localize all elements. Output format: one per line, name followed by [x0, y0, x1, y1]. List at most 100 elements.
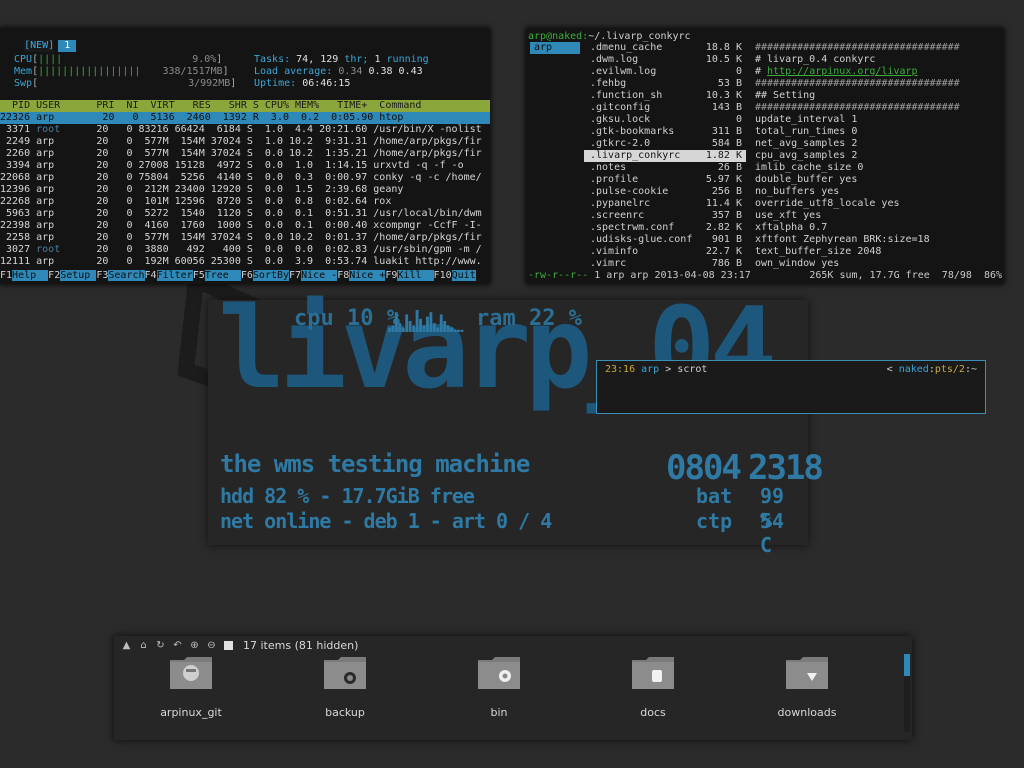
- zoom-in-icon[interactable]: ⊕: [188, 639, 201, 652]
- home-icon[interactable]: ⌂: [137, 639, 150, 652]
- rox-filer-window[interactable]: ▲ ⌂ ↻ ↶ ⊕ ⊖ 17 items (81 hidden) arpinux…: [114, 636, 912, 740]
- fkey-f10[interactable]: F10: [433, 270, 452, 281]
- scrollbar-thumb[interactable]: [904, 654, 910, 676]
- bin-folder-icon[interactable]: [477, 656, 521, 690]
- ranger-file-entry[interactable]: .evilwm.log 0: [584, 66, 746, 78]
- file-name: .vimrc: [590, 258, 627, 269]
- ranger-file-entry[interactable]: .viminfo 22.7 K: [584, 246, 746, 258]
- fkey-f8[interactable]: F8: [337, 270, 350, 281]
- docs-folder-icon[interactable]: [631, 656, 675, 690]
- fm-folder-item[interactable]: downloads: [762, 656, 852, 719]
- fm-folder-item[interactable]: arpinux_git: [146, 656, 236, 719]
- conky-time: 2318: [748, 448, 824, 488]
- fkey-f1[interactable]: F1: [0, 270, 13, 281]
- ranger-file-entry[interactable]: .spectrwm.conf 2.82 K: [584, 222, 746, 234]
- fm-folder-item[interactable]: docs: [608, 656, 698, 719]
- fkey-f4[interactable]: F4: [144, 270, 157, 281]
- fm-item-label[interactable]: bin: [454, 706, 544, 719]
- fkey-f2[interactable]: F2: [48, 270, 61, 281]
- ranger-file-entry[interactable]: .notes 26 B: [584, 162, 746, 174]
- fm-scrollbar[interactable]: [904, 654, 910, 732]
- file-name: .function_sh: [590, 90, 663, 101]
- fkey-label[interactable]: Filter: [156, 270, 193, 281]
- preview-link[interactable]: http://arpinux.org/livarp: [767, 66, 918, 77]
- zoom-out-icon[interactable]: ⊖: [205, 639, 218, 652]
- process-row[interactable]: 22268 arp 20 0 101M 12596 8720 S 0.0 0.8…: [0, 196, 482, 208]
- preview-line: use_xft yes: [755, 210, 822, 221]
- fkey-label[interactable]: Quit: [451, 270, 476, 281]
- fkey-label[interactable]: Help: [12, 270, 49, 281]
- fm-folder-item[interactable]: bin: [454, 656, 544, 719]
- ranger-file-entry[interactable]: .pulse-cookie 256 B: [584, 186, 746, 198]
- file-size: 311 B: [711, 126, 742, 137]
- file-name: .fehbg: [590, 78, 627, 89]
- fkey-f5[interactable]: F5: [192, 270, 205, 281]
- fkey-f3[interactable]: F3: [96, 270, 109, 281]
- process-row[interactable]: 2260 arp 20 0 577M 154M 37024 S 0.0 10.2…: [0, 148, 482, 160]
- ranger-file-entry[interactable]: .gtkrc-2.0 584 B: [584, 138, 746, 150]
- process-row[interactable]: 22068 arp 20 0 75804 5256 4140 S 0.0 0.3…: [0, 172, 482, 184]
- process-pid: 3371: [0, 124, 31, 135]
- fkey-label[interactable]: SortBy: [252, 270, 290, 281]
- ranger-file-entry[interactable]: .vimrc 786 B: [584, 258, 746, 270]
- item-count: 17 items (81 hidden): [243, 638, 359, 652]
- fkey-label[interactable]: Search: [108, 270, 145, 281]
- process-row[interactable]: 5963 arp 20 0 5272 1540 1120 S 0.0 0.1 0…: [0, 208, 482, 220]
- process-row[interactable]: 2249 arp 20 0 577M 154M 37024 S 1.0 10.2…: [0, 136, 482, 148]
- tag-label[interactable]: [NEW]: [24, 40, 55, 52]
- ranger-file-entry[interactable]: .udisks-glue.conf 901 B: [584, 234, 746, 246]
- ranger-file-entry[interactable]: .pypanelrc 11.4 K: [584, 198, 746, 210]
- htop-terminal-window[interactable]: [NEW] 1 CPU[|||| 9.0%] Mem[|||||||||||||||…: [0, 28, 490, 284]
- fkey-label[interactable]: Setup: [60, 270, 97, 281]
- fkey-f9[interactable]: F9: [385, 270, 398, 281]
- checkbox-icon[interactable]: [222, 639, 235, 652]
- ranger-file-entry[interactable]: .gksu.lock 0: [584, 114, 746, 126]
- fkey-f7[interactable]: F7: [289, 270, 302, 281]
- ranger-file-entry[interactable]: .screenrc 357 B: [584, 210, 746, 222]
- fm-item-label[interactable]: downloads: [762, 706, 852, 719]
- fkey-label[interactable]: Kill: [397, 270, 434, 281]
- arpinux-git-folder-icon[interactable]: [169, 656, 213, 690]
- fm-item-label[interactable]: arpinux_git: [146, 706, 236, 719]
- fkey-label[interactable]: Tree: [204, 270, 241, 281]
- back-icon[interactable]: ↶: [171, 639, 184, 652]
- process-table-header[interactable]: PID USER PRI NI VIRT RES SHR S CPU% MEM%…: [0, 100, 490, 112]
- refresh-icon[interactable]: ↻: [154, 639, 167, 652]
- fkey-label[interactable]: Nice -: [301, 270, 338, 281]
- ranger-file-entry[interactable]: .dwm.log 10.5 K: [584, 54, 746, 66]
- process-row[interactable]: 2258 arp 20 0 577M 154M 37024 S 0.0 10.2…: [0, 232, 482, 244]
- process-row-selected[interactable]: 22326 arp 20 0 5136 2460 1392 R 3.0 0.2 …: [0, 112, 490, 124]
- ranger-parent-item[interactable]: arp: [530, 42, 580, 54]
- fkey-label[interactable]: Nice +: [349, 270, 386, 281]
- tag-number[interactable]: 1: [58, 40, 77, 52]
- process-row[interactable]: 3371 root 20 0 83216 66424 6184 S 1.0 4.…: [0, 124, 482, 136]
- preview-line: update_interval 1: [755, 114, 858, 125]
- fm-item-label[interactable]: backup: [300, 706, 390, 719]
- preview-line: # http://arpinux.org/livarp: [755, 66, 918, 77]
- process-row[interactable]: 3027 root 20 0 3880 492 400 S 0.0 0.0 0:…: [0, 244, 482, 256]
- process-row[interactable]: 12396 arp 20 0 212M 23400 12920 S 0.0 1.…: [0, 184, 482, 196]
- conky-cpu-usage: cpu 10 %: [294, 306, 400, 331]
- process-row[interactable]: 12111 arp 20 0 192M 60056 25300 S 0.0 3.…: [0, 256, 482, 268]
- mem-meter: Mem[||||||||||||||||| 338/1517MB]: [14, 66, 229, 77]
- file-name: .gtkrc-2.0: [590, 138, 651, 149]
- downloads-folder-icon[interactable]: [785, 656, 829, 690]
- ranger-file-entry[interactable]: .function_sh 10.3 K: [584, 90, 746, 102]
- process-row[interactable]: 22398 arp 20 0 4160 1760 1000 S 0.0 0.1 …: [0, 220, 482, 232]
- backup-folder-icon[interactable]: [323, 656, 367, 690]
- fkey-f6[interactable]: F6: [240, 270, 253, 281]
- fm-item-label[interactable]: docs: [608, 706, 698, 719]
- process-row[interactable]: 3394 arp 20 0 27008 15128 4972 S 0.0 1.0…: [0, 160, 482, 172]
- process-user: arp: [30, 160, 61, 171]
- up-arrow-icon[interactable]: ▲: [120, 639, 133, 652]
- fm-folder-item[interactable]: backup: [300, 656, 390, 719]
- ranger-file-entry[interactable]: .profile 5.97 K: [584, 174, 746, 186]
- ranger-terminal-window[interactable]: arp@naked:~/.livarp_conkyrc arp .dmenu_c…: [526, 28, 1004, 284]
- ranger-file-entry[interactable]: .livarp_conkyrc 1.82 K: [584, 150, 746, 162]
- urxvt-terminal-window[interactable]: 23:16 arp > scrot < naked:pts/2:~: [596, 360, 986, 414]
- ranger-file-entry[interactable]: .dmenu_cache 18.8 K: [584, 42, 746, 54]
- shell-prompt[interactable]: 23:16 arp > scrot: [605, 364, 707, 375]
- ranger-file-entry[interactable]: .fehbg 53 B: [584, 78, 746, 90]
- ranger-file-entry[interactable]: .gtk-bookmarks 311 B: [584, 126, 746, 138]
- ranger-file-entry[interactable]: .gitconfig 143 B: [584, 102, 746, 114]
